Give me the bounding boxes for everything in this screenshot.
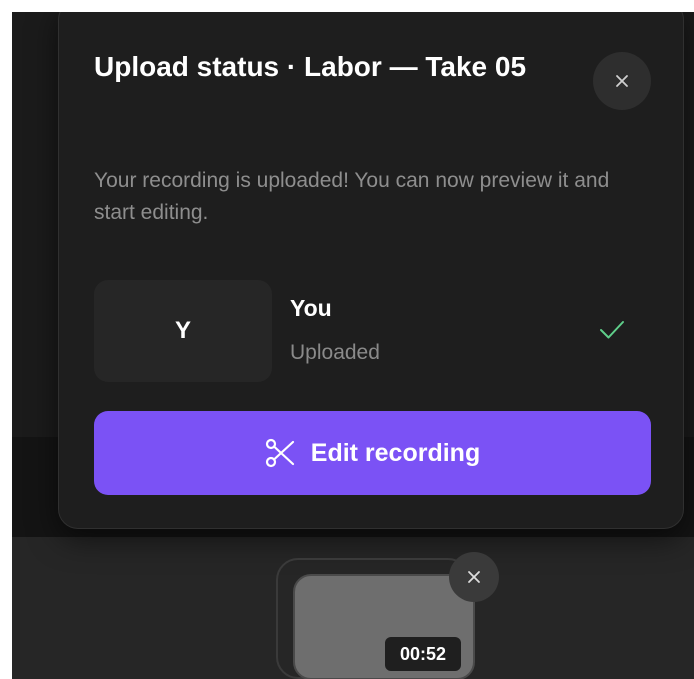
dialog-title: Upload status · Labor — Take 05 bbox=[94, 51, 527, 82]
dialog-message: Your recording is uploaded! You can now … bbox=[94, 169, 610, 224]
remove-recording-button[interactable] bbox=[449, 552, 499, 602]
close-icon bbox=[468, 571, 480, 583]
scissors-icon bbox=[265, 438, 294, 468]
upload-status-dialog: Upload status · Labor — Take 05 Your rec… bbox=[58, 12, 684, 529]
edit-recording-label: Edit recording bbox=[310, 438, 481, 467]
participant-name: You bbox=[290, 295, 332, 321]
close-icon bbox=[616, 75, 628, 87]
edit-recording-button[interactable]: Edit recording bbox=[94, 411, 651, 495]
participant-status: Uploaded bbox=[290, 341, 380, 364]
close-dialog-button[interactable] bbox=[593, 52, 651, 110]
recording-duration-badge: 00:52 bbox=[385, 637, 461, 671]
participant-avatar: Y bbox=[94, 280, 272, 382]
check-icon bbox=[600, 321, 624, 339]
recording-app: Upload status · Labor — Take 05 Your rec… bbox=[12, 12, 694, 679]
